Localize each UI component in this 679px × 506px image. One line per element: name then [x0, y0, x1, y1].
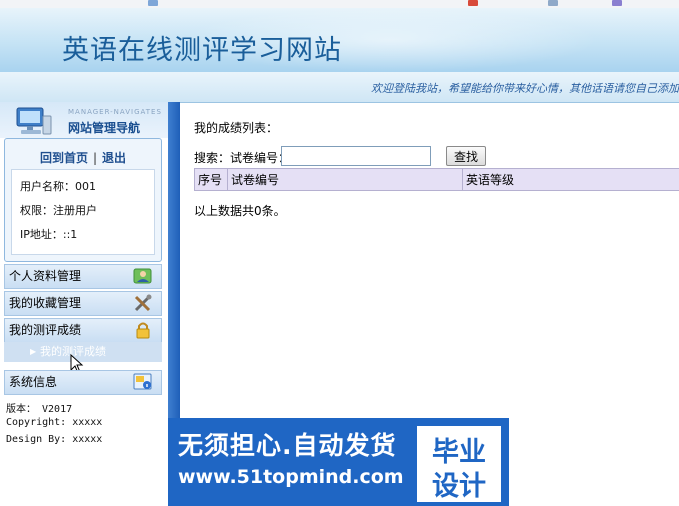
home-link[interactable]: 回到首页: [40, 151, 88, 165]
header-banner: 英语在线测评学习网站: [0, 8, 679, 72]
info-icon: [133, 373, 152, 390]
monitor-icon: [16, 107, 52, 135]
tools-icon: [134, 294, 152, 312]
welcome-bar: 欢迎登陆我站，希望能给你带来好心情，其他话语请您自己添加: [0, 72, 679, 103]
watermark-logo-bottom: 设计: [432, 471, 486, 502]
site-title: 英语在线测评学习网站: [62, 35, 342, 66]
user-panel: 回到首页 | 退出 用户名称：001 权限：注册用户 IP地址：::1: [4, 138, 162, 262]
watermark-url: www.51topmind.com: [178, 466, 404, 488]
search-button[interactable]: 查找: [446, 146, 486, 166]
menu-item-label: 我的收藏管理: [9, 296, 82, 310]
submenu-arrow-icon: ▶: [30, 347, 37, 356]
user-info: 用户名称：001 权限：注册用户 IP地址：::1: [11, 169, 155, 255]
menu-item-system-info[interactable]: 系统信息: [4, 370, 162, 395]
menu-item-profile[interactable]: 个人资料管理: [4, 264, 162, 289]
browser-top-strip: [0, 0, 679, 8]
toolbar-icon: [148, 0, 158, 6]
nav-subtitle: MANAGER-NAVIGATES: [68, 108, 162, 116]
grades-table: 序号 试卷编号 英语等级: [194, 168, 679, 191]
welcome-message: 欢迎登陆我站，希望能给你带来好心情，其他话语请您自己添加: [371, 82, 679, 95]
watermark-banner: 无须担心.自动发货 www.51topmind.com 毕业 设计: [168, 418, 509, 506]
table-header-row: 序号 试卷编号 英语等级: [194, 168, 679, 191]
design-text: Design By: xxxxx: [6, 434, 103, 445]
menu-item-grades[interactable]: 我的测评成绩: [4, 318, 162, 343]
menu-item-label: 系统信息: [9, 375, 58, 389]
toolbar-icon: [468, 0, 478, 6]
ip-text: IP地址：::1: [20, 228, 78, 241]
column-header-level: 英语等级: [462, 168, 679, 191]
nav-header: MANAGER-NAVIGATES 网站管理导航: [0, 102, 168, 138]
logout-link[interactable]: 退出: [102, 151, 126, 165]
search-input[interactable]: [281, 146, 431, 166]
column-header-index: 序号: [194, 168, 228, 191]
menu-item-favorites[interactable]: 我的收藏管理: [4, 291, 162, 316]
watermark-line1: 无须担心.自动发货: [178, 431, 397, 460]
page-title: 我的成绩列表：: [194, 121, 279, 135]
link-separator: |: [92, 151, 98, 165]
watermark-logo: 毕业 设计: [415, 424, 503, 504]
username-text: 用户名称：001: [20, 180, 96, 193]
watermark-text: 无须担心.自动发货 www.51topmind.com: [178, 426, 404, 488]
record-count: 以上数据共0条。: [194, 204, 286, 218]
column-header-exam-id: 试卷编号: [227, 168, 463, 191]
toolbar-icon: [548, 0, 558, 6]
nav-title: 网站管理导航: [68, 121, 141, 135]
search-row: 搜索：试卷编号： 查找: [194, 146, 674, 168]
user-links: 回到首页 | 退出: [5, 149, 161, 166]
sidebar: MANAGER-NAVIGATES 网站管理导航 回到首页 | 退出 用户名称：00…: [0, 102, 168, 506]
search-label: 搜索：试卷编号：: [194, 151, 291, 165]
menu-item-label: 个人资料管理: [9, 269, 82, 283]
permission-text: 权限：注册用户: [20, 204, 97, 217]
menu-item-label: 我的测评成绩: [9, 323, 82, 337]
user-icon: [133, 268, 152, 284]
lock-icon: [136, 322, 150, 339]
system-info: 版本： V2017 Copyright: xxxxx Design By: xx…: [6, 400, 102, 451]
copyright-text: Copyright: xxxxx: [6, 417, 103, 428]
toolbar-icon: [612, 0, 622, 6]
version-text: 版本： V2017: [6, 404, 73, 415]
